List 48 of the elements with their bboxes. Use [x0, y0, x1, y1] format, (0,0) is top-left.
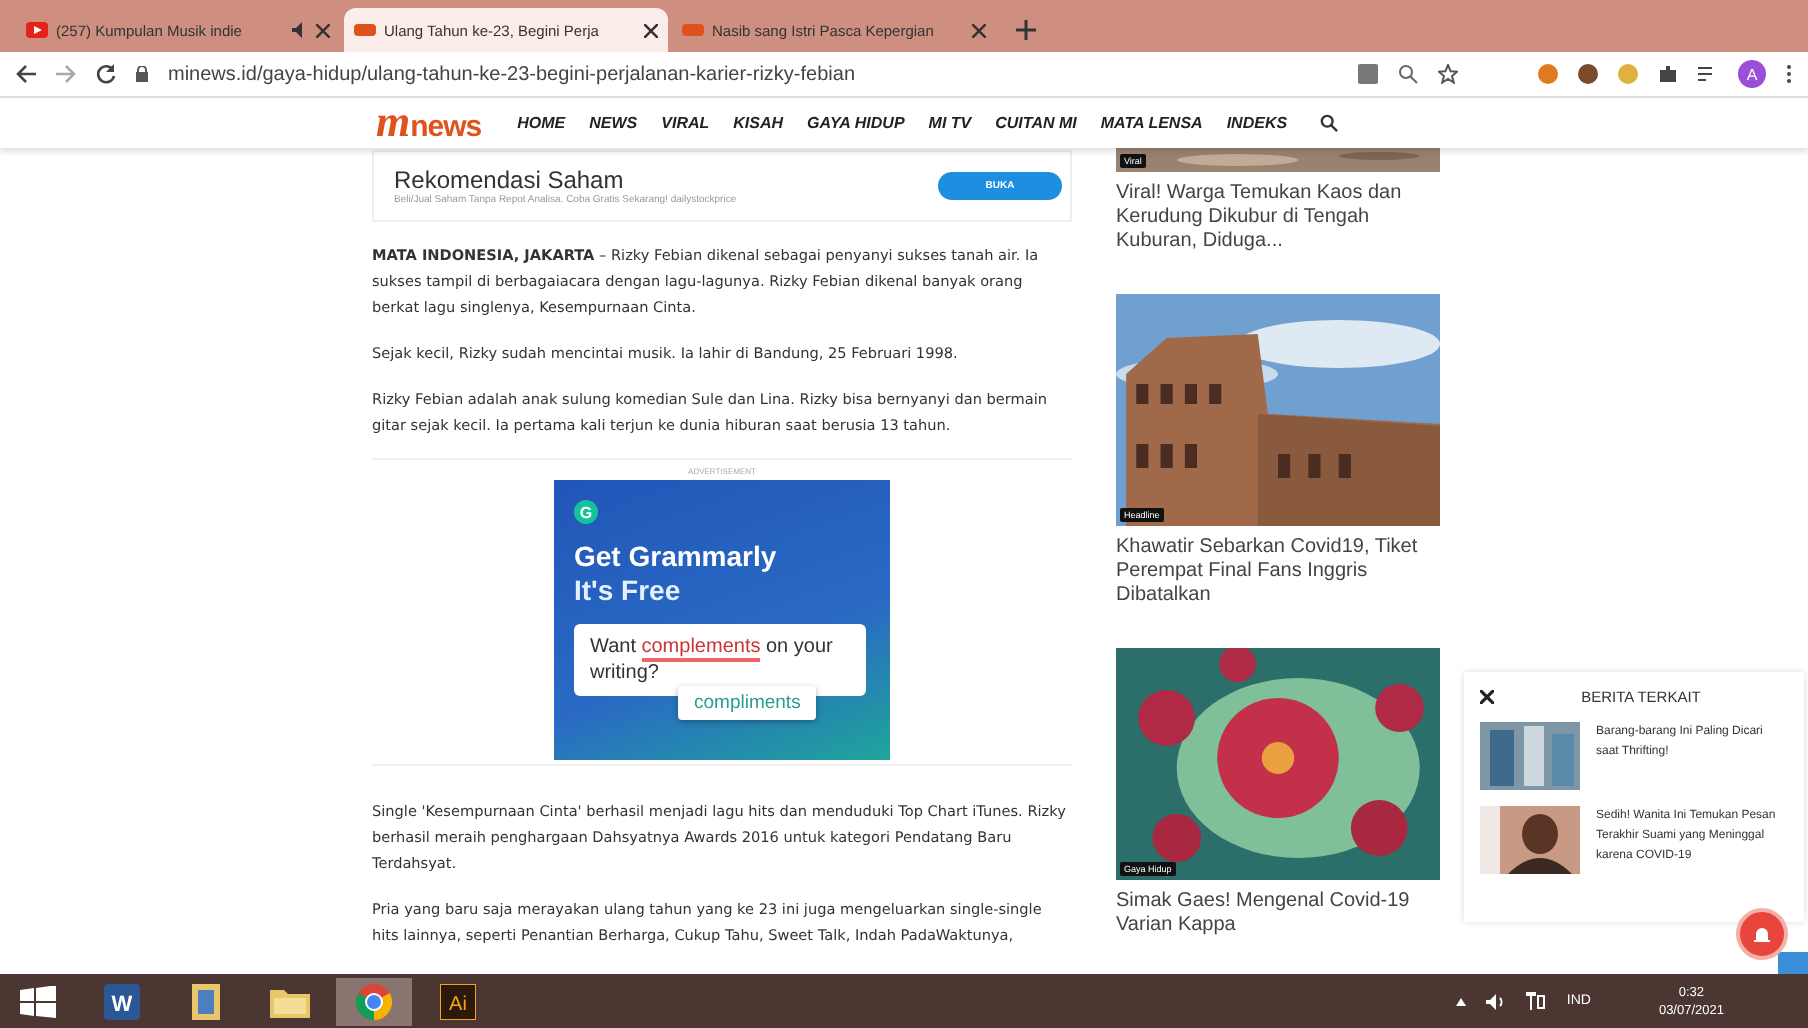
- address-bar[interactable]: minews.id/gaya-hidup/ulang-tahun-ke-23-begini-perjalanan-karier-rizky-febian: [168, 63, 1338, 85]
- nav-link[interactable]: KISAH: [733, 114, 784, 132]
- volume-icon[interactable]: [1486, 993, 1507, 1009]
- article-title[interactable]: Simak Gaes! Mengenal Covid-19 Varian Kappa: [1116, 890, 1440, 938]
- network-icon[interactable]: [1526, 992, 1547, 1010]
- close-icon[interactable]: [644, 23, 658, 37]
- ad-banner[interactable]: G Get Grammarly It's Free Want complements on your writing? compliments: [554, 480, 890, 760]
- site-icon: [682, 24, 704, 36]
- lock-icon: [136, 66, 148, 82]
- nav-link[interactable]: HOME: [517, 114, 566, 132]
- menu-icon[interactable]: [1786, 64, 1792, 84]
- profile-avatar[interactable]: A: [1738, 60, 1766, 88]
- nav-link[interactable]: INDEKS: [1226, 114, 1288, 132]
- promo-title: Rekomendasi Saham: [394, 166, 626, 194]
- reload-icon[interactable]: [96, 64, 116, 84]
- ad-subline: It's Free: [574, 574, 683, 608]
- file-icon[interactable]: [192, 983, 220, 1019]
- nav-link[interactable]: CUITAN MI: [995, 114, 1077, 132]
- tray-arrow-icon[interactable]: [1456, 997, 1467, 1005]
- browser-icon[interactable]: [356, 983, 392, 1019]
- ad-headline: Get Grammarly: [574, 540, 779, 574]
- new-tab-icon[interactable]: [1016, 20, 1036, 40]
- folder-icon[interactable]: [270, 985, 310, 1017]
- article-title[interactable]: Khawatir Sebarkan Covid19, Tiket Perempat Final Fans Inggris Dibatalkan: [1116, 536, 1440, 608]
- puzzle-icon[interactable]: [1658, 64, 1678, 84]
- zoom-icon[interactable]: [1398, 64, 1418, 84]
- close-icon[interactable]: [1480, 690, 1494, 704]
- nav-link[interactable]: VIRAL: [661, 114, 710, 132]
- back-icon[interactable]: [16, 64, 36, 84]
- star-icon[interactable]: [1438, 64, 1458, 84]
- site-logo[interactable]: mnews: [376, 102, 482, 144]
- nav-link[interactable]: MATA LENSA: [1100, 114, 1203, 132]
- video-icon: [26, 22, 48, 38]
- search-icon[interactable]: [1319, 114, 1338, 132]
- ad-prompt: Want complements on your writing?: [574, 624, 866, 696]
- windows-icon[interactable]: [20, 985, 56, 1017]
- ad-suggestion: compliments: [678, 686, 817, 720]
- illustrator-icon[interactable]: Ai: [440, 983, 476, 1019]
- ad-logo: G: [574, 500, 598, 524]
- playlist-icon[interactable]: [1698, 64, 1718, 84]
- speaker-icon[interactable]: [292, 22, 308, 38]
- nav-link[interactable]: MI TV: [928, 114, 972, 132]
- bell-icon: [1752, 924, 1772, 944]
- document-icon[interactable]: W: [104, 983, 140, 1019]
- site-icon: [354, 24, 376, 36]
- article-title[interactable]: Viral! Warga Temukan Kaos dan Kerudung Dikubur di Tengah Kuburan, Diduga...: [1116, 182, 1440, 254]
- nav-link[interactable]: NEWS: [589, 114, 638, 132]
- nav-link[interactable]: GAYA HIDUP: [807, 114, 905, 132]
